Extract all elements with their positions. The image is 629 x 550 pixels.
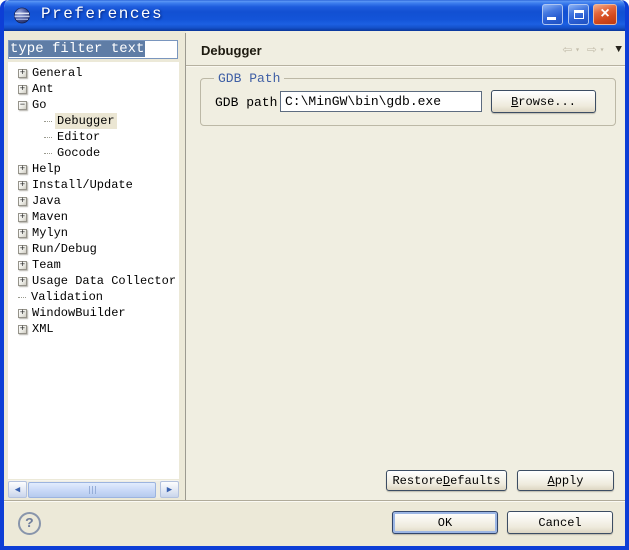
expand-icon[interactable]: + <box>18 69 27 78</box>
titlebar[interactable]: Preferences × <box>4 0 625 31</box>
tree-item-label: Debugger <box>55 113 117 129</box>
tree-item-label: Java <box>30 193 63 209</box>
tree-item-validation[interactable]: Validation <box>8 289 179 305</box>
forward-dropdown-icon[interactable]: ▾ <box>600 45 605 55</box>
expand-icon[interactable]: + <box>18 165 27 174</box>
tree-item-label: XML <box>30 321 56 337</box>
view-menu-icon[interactable]: ▼ <box>615 44 622 56</box>
tree-item-go[interactable]: −Go <box>8 97 179 113</box>
tree-item-label: Maven <box>30 209 70 225</box>
ok-button[interactable]: OK <box>392 511 498 534</box>
maximize-icon <box>574 10 584 19</box>
back-icon[interactable]: ⇦ <box>562 42 572 58</box>
tree-connector <box>44 153 52 154</box>
cancel-button[interactable]: Cancel <box>507 511 613 534</box>
tree-item-xml[interactable]: +XML <box>8 321 179 337</box>
tree-horizontal-scrollbar[interactable]: ◀ ▶ <box>8 480 179 498</box>
tree-item-label: Ant <box>30 81 56 97</box>
tree-item-label: Gocode <box>55 145 102 161</box>
expand-icon[interactable]: + <box>18 325 27 334</box>
tree-connector <box>44 121 52 122</box>
tree-item-java[interactable]: +Java <box>8 193 179 209</box>
tree-item-maven[interactable]: +Maven <box>8 209 179 225</box>
help-button[interactable]: ? <box>18 512 41 535</box>
collapse-icon[interactable]: − <box>18 101 27 110</box>
expand-icon[interactable]: + <box>18 85 27 94</box>
filter-input[interactable]: type filter text <box>8 40 178 59</box>
header-separator-highlight <box>186 66 625 67</box>
tree-item-label: Go <box>30 97 48 113</box>
expand-icon[interactable]: + <box>18 245 27 254</box>
expand-icon[interactable]: + <box>18 229 27 238</box>
tree-item-label: WindowBuilder <box>30 305 128 321</box>
window-title: Preferences <box>41 5 163 23</box>
gdb-path-group-title: GDB Path <box>214 71 284 86</box>
scroll-left-arrow-icon[interactable]: ◀ <box>8 481 27 498</box>
tree-item-label: Install/Update <box>30 177 135 193</box>
footer-separator-highlight <box>4 501 625 502</box>
preferences-tree: +General+Ant−GoDebuggerEditorGocode+Help… <box>8 62 179 479</box>
scrollbar-track[interactable] <box>28 481 159 498</box>
forward-icon[interactable]: ⇨ <box>587 42 597 58</box>
tree-item-windowbuilder[interactable]: +WindowBuilder <box>8 305 179 321</box>
close-button[interactable]: × <box>593 4 617 25</box>
preferences-dialog: Preferences × type filter text +General+… <box>0 0 629 550</box>
tree-item-label: Editor <box>55 129 102 145</box>
minimize-icon <box>547 17 556 20</box>
tree-item-label: Team <box>30 257 63 273</box>
gdb-path-input[interactable] <box>280 91 482 112</box>
tree-item-label: Mylyn <box>30 225 70 241</box>
filter-text: type filter text <box>9 41 145 57</box>
gdb-path-label: GDB path: <box>215 95 285 110</box>
expand-icon[interactable]: + <box>18 181 27 190</box>
tree-item-help[interactable]: +Help <box>8 161 179 177</box>
tree-item-editor[interactable]: Editor <box>8 129 179 145</box>
browse-button[interactable]: Browse... <box>491 90 596 113</box>
apply-button[interactable]: Apply <box>517 470 614 491</box>
help-icon: ? <box>25 516 33 532</box>
expand-icon[interactable]: + <box>18 261 27 270</box>
scrollbar-grip-icon <box>89 486 96 494</box>
debugger-panel: Debugger ⇦ ▾ ⇨ ▾ ▼ GDB Path GDB path: Br… <box>186 31 625 500</box>
tree-item-usage-data-collector[interactable]: +Usage Data Collector <box>8 273 179 289</box>
restore-defaults-button[interactable]: Restore Defaults <box>386 470 507 491</box>
tree-item-gocode[interactable]: Gocode <box>8 145 179 161</box>
maximize-button[interactable] <box>568 4 589 25</box>
tree-item-label: Run/Debug <box>30 241 99 257</box>
expand-icon[interactable]: + <box>18 309 27 318</box>
history-nav: ⇦ ▾ ⇨ ▾ ▼ <box>562 42 622 58</box>
tree-item-mylyn[interactable]: +Mylyn <box>8 225 179 241</box>
scroll-right-arrow-icon[interactable]: ▶ <box>160 481 179 498</box>
back-dropdown-icon[interactable]: ▾ <box>575 45 580 55</box>
tree-item-run-debug[interactable]: +Run/Debug <box>8 241 179 257</box>
tree-item-ant[interactable]: +Ant <box>8 81 179 97</box>
tree-connector <box>18 297 26 298</box>
tree-item-label: Validation <box>29 289 105 305</box>
tree-item-label: Usage Data Collector <box>30 273 178 289</box>
tree-connector <box>44 137 52 138</box>
close-icon: × <box>600 5 609 22</box>
tree-item-general[interactable]: +General <box>8 65 179 81</box>
tree-item-label: Help <box>30 161 63 177</box>
expand-icon[interactable]: + <box>18 277 27 286</box>
minimize-button[interactable] <box>542 4 563 25</box>
expand-icon[interactable]: + <box>18 213 27 222</box>
scrollbar-thumb[interactable] <box>28 482 156 498</box>
tree-item-team[interactable]: +Team <box>8 257 179 273</box>
tree-item-debugger[interactable]: Debugger <box>8 113 179 129</box>
eclipse-icon <box>13 7 31 24</box>
tree-item-label: General <box>30 65 84 81</box>
tree-item-install-update[interactable]: +Install/Update <box>8 177 179 193</box>
expand-icon[interactable]: + <box>18 197 27 206</box>
page-title: Debugger <box>201 43 262 58</box>
